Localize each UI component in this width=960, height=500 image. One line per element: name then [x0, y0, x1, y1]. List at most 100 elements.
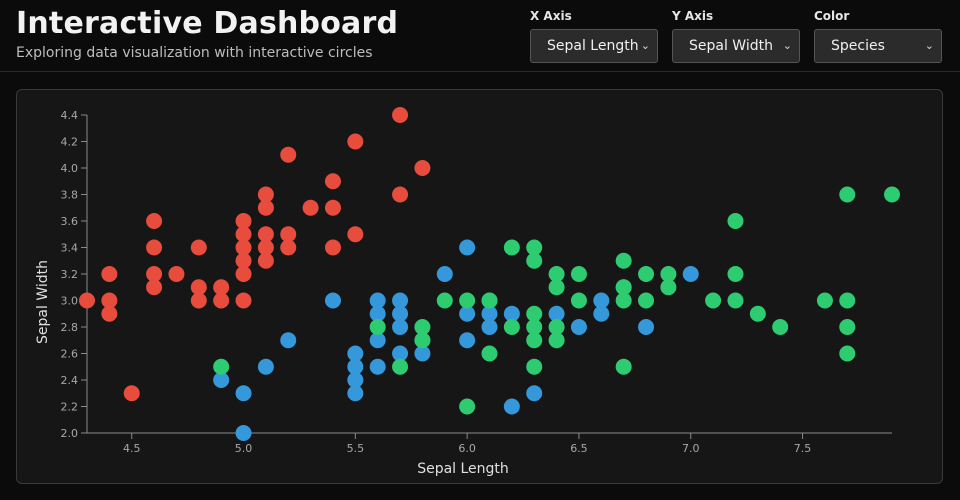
data-point-series-2 — [280, 332, 297, 349]
data-point-series-3 — [839, 345, 856, 362]
data-point-series-2 — [570, 319, 587, 335]
color-select-value: Species — [831, 38, 885, 54]
data-point-series-1 — [235, 266, 252, 282]
data-point-series-1 — [101, 266, 118, 282]
chevron-down-icon: ⌄ — [640, 39, 650, 52]
x-axis-control: X Axis Sepal Length ⌄ — [530, 9, 658, 63]
data-point-series-3 — [369, 319, 386, 335]
data-point-series-3 — [749, 305, 766, 322]
data-point-series-3 — [459, 398, 476, 415]
data-point-series-3 — [615, 358, 632, 375]
data-point-series-1 — [146, 279, 163, 296]
data-point-series-1 — [280, 239, 297, 256]
chevron-down-icon: ⌄ — [924, 39, 934, 52]
data-point-series-3 — [727, 292, 744, 309]
color-select[interactable]: Species ⌄ — [814, 29, 942, 63]
data-point-series-3 — [570, 292, 587, 309]
data-point-series-1 — [79, 292, 95, 309]
x-tick-label: 7.5 — [794, 442, 812, 455]
x-axis-title: Sepal Length — [417, 461, 509, 477]
data-point-series-3 — [459, 292, 476, 309]
data-point-series-1 — [414, 160, 431, 176]
data-point-series-3 — [615, 292, 632, 309]
data-point-series-2 — [369, 358, 386, 375]
data-point-series-2 — [459, 239, 476, 256]
color-control: Color Species ⌄ — [814, 9, 942, 63]
data-point-series-3 — [526, 332, 543, 349]
page-title: Interactive Dashboard — [16, 6, 399, 41]
data-point-series-2 — [257, 358, 274, 375]
data-point-series-3 — [526, 358, 543, 375]
y-tick-label: 2.4 — [61, 374, 79, 387]
data-point-series-1 — [101, 305, 118, 322]
chart-axes: 4.5 5.0 5.5 6.0 6.5 7.0 7.5 2.0 2.2 2.4 2.6 2.8 3.0 3… — [61, 109, 892, 455]
y-axis-select-value: Sepal Width — [689, 38, 773, 54]
data-point-series-3 — [548, 332, 565, 349]
x-tick-label: 6.5 — [570, 442, 588, 455]
y-tick-label: 3.2 — [61, 268, 79, 281]
y-axis-label: Y Axis — [672, 9, 714, 23]
data-point-series-3 — [570, 266, 587, 282]
data-point-series-1 — [302, 199, 319, 216]
y-tick-label: 2.0 — [61, 427, 79, 440]
data-point-series-3 — [839, 186, 856, 203]
data-point-series-3 — [414, 332, 431, 349]
data-point-series-1 — [235, 292, 252, 309]
data-point-series-1 — [146, 213, 163, 229]
data-point-series-2 — [347, 385, 364, 402]
data-point-series-2 — [324, 292, 341, 309]
scatter-chart: 4.5 5.0 5.5 6.0 6.5 7.0 7.5 2.0 2.2 2.4 2.6 2.8 3.0 3… — [35, 107, 900, 477]
data-point-series-3 — [615, 252, 632, 269]
x-tick-label: 4.5 — [123, 442, 141, 455]
x-axis-select-value: Sepal Length — [547, 38, 639, 54]
data-point-series-3 — [481, 345, 498, 362]
data-point-series-3 — [839, 319, 856, 335]
data-point-series-3 — [816, 292, 833, 309]
x-axis-select[interactable]: Sepal Length ⌄ — [530, 29, 658, 63]
chart-points — [79, 107, 900, 441]
data-point-series-3 — [884, 186, 900, 203]
y-axis-title: Sepal Width — [35, 260, 51, 344]
x-tick-label: 5.0 — [235, 442, 253, 455]
data-point-series-3 — [727, 213, 744, 229]
y-tick-label: 3.6 — [61, 215, 79, 228]
y-axis-select[interactable]: Sepal Width ⌄ — [672, 29, 800, 63]
data-point-series-3 — [526, 252, 543, 269]
data-point-series-2 — [235, 385, 252, 402]
y-tick-label: 3.4 — [61, 242, 79, 255]
color-label: Color — [814, 9, 850, 23]
y-tick-label: 4.2 — [61, 136, 79, 149]
data-point-series-1 — [324, 239, 341, 256]
data-point-series-3 — [772, 319, 789, 335]
y-tick-label: 3.0 — [61, 295, 79, 308]
data-point-series-2 — [682, 266, 699, 282]
data-point-series-2 — [526, 385, 543, 402]
data-point-series-1 — [257, 252, 274, 269]
data-point-series-1 — [280, 146, 297, 163]
y-tick-label: 4.0 — [61, 162, 79, 175]
data-point-series-3 — [839, 292, 856, 309]
data-point-series-1 — [257, 199, 274, 216]
x-tick-label: 6.0 — [458, 442, 476, 455]
y-tick-label: 2.8 — [61, 321, 79, 334]
data-point-series-1 — [190, 292, 207, 309]
data-point-series-3 — [638, 292, 655, 309]
data-point-series-3 — [436, 292, 453, 309]
data-point-series-1 — [392, 107, 409, 123]
data-point-series-3 — [548, 279, 565, 296]
y-axis-control: Y Axis Sepal Width ⌄ — [672, 9, 800, 63]
data-point-series-2 — [481, 319, 498, 335]
x-axis-label: X Axis — [530, 9, 572, 23]
data-point-series-2 — [638, 319, 655, 335]
x-tick-label: 7.0 — [682, 442, 700, 455]
data-point-series-1 — [146, 239, 163, 256]
data-point-series-1 — [168, 266, 185, 282]
data-point-series-2 — [459, 332, 476, 349]
data-point-series-2 — [436, 266, 453, 282]
data-point-series-3 — [481, 292, 498, 309]
data-point-series-1 — [324, 173, 341, 190]
data-point-series-3 — [727, 266, 744, 282]
chevron-down-icon: ⌄ — [782, 39, 792, 52]
x-tick-label: 5.5 — [347, 442, 365, 455]
data-point-series-1 — [347, 133, 364, 150]
